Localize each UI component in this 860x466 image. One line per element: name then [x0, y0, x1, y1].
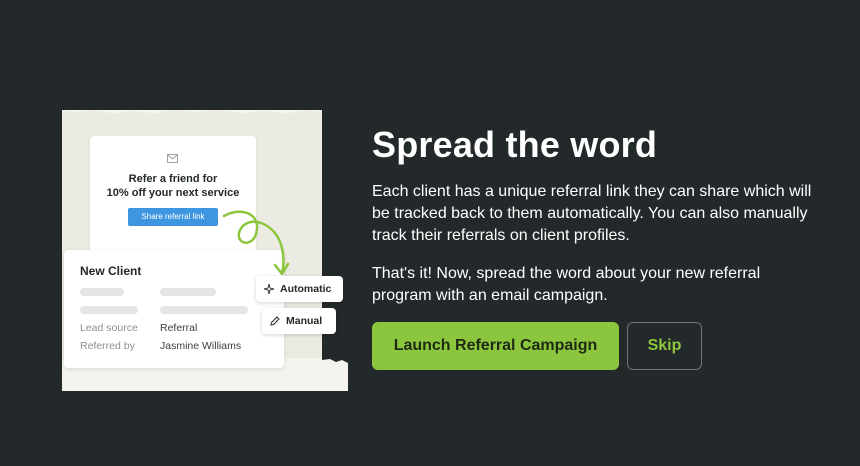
automatic-chip: Automatic	[256, 276, 343, 302]
skip-button[interactable]: Skip	[627, 322, 702, 370]
manual-chip: Manual	[262, 308, 336, 334]
field-value: Referral	[160, 322, 198, 334]
skeleton-line	[80, 288, 124, 296]
manual-chip-label: Manual	[286, 315, 323, 327]
field-label: Referred by	[80, 340, 135, 352]
referral-illustration: Refer a friend for 10% off your next ser…	[62, 110, 348, 391]
mail-icon	[167, 154, 178, 163]
skeleton-line	[80, 306, 138, 314]
share-referral-link-button: Share referral link	[128, 208, 218, 226]
description-paragraph: Each client has a unique referral link t…	[372, 183, 812, 244]
skeleton-line	[160, 306, 248, 314]
field-label: Lead source	[80, 322, 138, 334]
client-card-title: New Client	[80, 264, 142, 278]
launch-referral-campaign-button[interactable]: Launch Referral Campaign	[372, 322, 619, 370]
offer-line-2: 10% off your next service	[106, 187, 240, 199]
offer-line-1: Refer a friend for	[128, 173, 218, 185]
page-title: Spread the word	[372, 124, 658, 165]
onboarding-step: Refer a friend for 10% off your next ser…	[0, 0, 860, 466]
call-to-action-paragraph: That's it! Now, spread the word about yo…	[372, 265, 761, 304]
automatic-chip-label: Automatic	[280, 283, 332, 295]
skeleton-line	[160, 288, 216, 296]
referral-offer-text: Refer a friend for 10% off your next ser…	[90, 172, 256, 200]
field-value: Jasmine Williams	[160, 340, 242, 352]
pencil-icon	[270, 316, 280, 326]
sparkle-icon	[264, 284, 274, 294]
